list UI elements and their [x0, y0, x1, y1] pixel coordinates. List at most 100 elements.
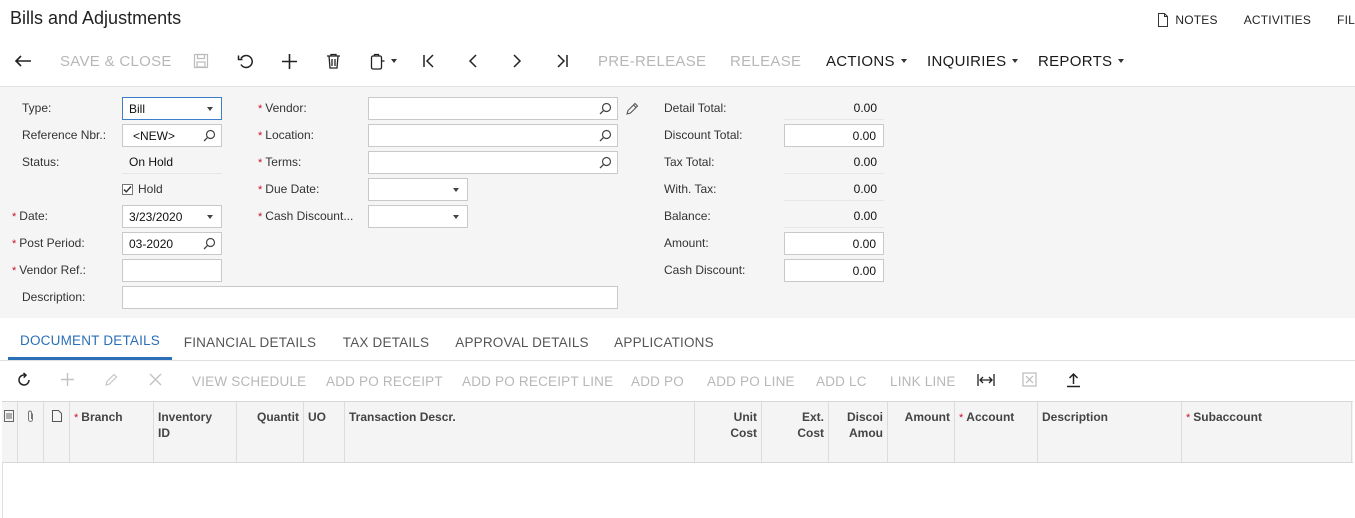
- trash-icon: [326, 53, 341, 69]
- tax-total-value: 0.00: [784, 151, 884, 174]
- chevron-down-icon: [900, 59, 907, 63]
- vendor-field[interactable]: [368, 97, 618, 120]
- undo-button[interactable]: [237, 44, 254, 78]
- grid-header: * Branch Inventory ID Quantit UO Transacti…: [2, 401, 1353, 463]
- location-label: * Location:: [258, 128, 314, 142]
- row-menu-icon: [4, 410, 14, 425]
- reference-nbr-field[interactable]: <NEW>: [122, 124, 222, 147]
- column-uom[interactable]: UO: [304, 402, 345, 462]
- amount-field[interactable]: 0.00: [784, 232, 884, 255]
- main-toolbar: SAVE & CLOSE PRE-RELEASE RELEASE ACTIONS…: [0, 44, 1355, 78]
- view-schedule-button[interactable]: VIEW SCHEDULE: [192, 364, 306, 398]
- pre-release-button[interactable]: PRE-RELEASE: [598, 44, 706, 78]
- tab-applications[interactable]: APPLICATIONS: [606, 324, 722, 360]
- pencil-icon: [625, 102, 639, 116]
- paperclip-icon: [26, 410, 35, 426]
- last-icon: [555, 54, 569, 68]
- edit-row-button[interactable]: [104, 364, 118, 398]
- clipboard-icon: [370, 53, 385, 70]
- type-select[interactable]: Bill: [122, 97, 222, 120]
- add-row-button[interactable]: [60, 364, 75, 398]
- add-lc-button[interactable]: ADD LC: [816, 364, 867, 398]
- column-account[interactable]: * Account: [955, 402, 1038, 462]
- notes-link[interactable]: NOTES: [1157, 13, 1218, 27]
- back-button[interactable]: [14, 44, 32, 78]
- files-link[interactable]: FIL: [1337, 13, 1355, 27]
- tab-bar: DOCUMENT DETAILS FINANCIAL DETAILS TAX D…: [0, 324, 1355, 361]
- reference-nbr-label: Reference Nbr.:: [22, 128, 107, 142]
- search-icon: [599, 102, 612, 118]
- description-field[interactable]: [122, 286, 618, 309]
- clipboard-menu-button[interactable]: [370, 44, 397, 78]
- link-line-button[interactable]: LINK LINE: [890, 364, 956, 398]
- actions-label: ACTIONS: [826, 52, 895, 70]
- vendor-ref-label: * Vendor Ref.:: [12, 263, 86, 277]
- tab-approval-details[interactable]: APPROVAL DETAILS: [450, 324, 594, 360]
- chevron-down-icon: [1118, 59, 1125, 63]
- chevron-down-icon: [453, 215, 459, 219]
- save-button[interactable]: [193, 44, 209, 78]
- activities-link[interactable]: ACTIVITIES: [1244, 13, 1311, 27]
- post-period-field[interactable]: 03-2020: [122, 232, 222, 255]
- column-quantity[interactable]: Quantit: [237, 402, 304, 462]
- pencil-icon: [104, 373, 118, 390]
- discount-total-field[interactable]: 0.00: [784, 124, 884, 147]
- arrow-left-icon: [14, 54, 32, 68]
- post-period-value: 03-2020: [129, 236, 174, 251]
- balance-value: 0.00: [784, 205, 884, 228]
- chevron-right-icon: [512, 54, 522, 68]
- add-po-receipt-button[interactable]: ADD PO RECEIPT: [326, 364, 443, 398]
- delete-row-button[interactable]: [149, 364, 162, 398]
- row-selector-column[interactable]: [2, 402, 18, 462]
- due-date-field[interactable]: [368, 178, 468, 201]
- upload-button[interactable]: [1066, 364, 1081, 398]
- date-field[interactable]: 3/23/2020: [122, 205, 222, 228]
- fit-columns-button[interactable]: [977, 364, 995, 398]
- status-label: Status:: [22, 155, 60, 169]
- tab-tax-details[interactable]: TAX DETAILS: [334, 324, 438, 360]
- description-label: Description:: [22, 290, 86, 304]
- add-po-receipt-line-button[interactable]: ADD PO RECEIPT LINE: [462, 364, 613, 398]
- column-subaccount[interactable]: * Subaccount: [1182, 402, 1352, 462]
- column-inventory-id[interactable]: Inventory ID: [154, 402, 237, 462]
- next-record-button[interactable]: [512, 44, 522, 78]
- chevron-down-icon: [207, 215, 213, 219]
- column-discount-amount[interactable]: Discoi Amou: [829, 402, 888, 462]
- cash-discount-field[interactable]: 0.00: [784, 259, 884, 282]
- tab-financial-details[interactable]: FINANCIAL DETAILS: [178, 324, 322, 360]
- add-button[interactable]: [281, 44, 298, 78]
- inquiries-menu[interactable]: INQUIRIES: [927, 44, 1019, 78]
- search-icon: [599, 129, 612, 145]
- previous-record-button[interactable]: [468, 44, 478, 78]
- detail-total-value: 0.00: [784, 97, 884, 120]
- attachment-column[interactable]: [18, 402, 44, 462]
- location-field[interactable]: [368, 124, 618, 147]
- add-po-line-button[interactable]: ADD PO LINE: [707, 364, 795, 398]
- first-record-button[interactable]: [422, 44, 436, 78]
- actions-menu[interactable]: ACTIONS: [826, 44, 907, 78]
- hold-checkbox[interactable]: Hold: [122, 182, 163, 196]
- notes-column[interactable]: [44, 402, 70, 462]
- add-po-button[interactable]: ADD PO: [631, 364, 684, 398]
- tax-total-label: Tax Total:: [664, 155, 715, 169]
- reports-menu[interactable]: REPORTS: [1038, 44, 1125, 78]
- last-record-button[interactable]: [555, 44, 569, 78]
- edit-vendor-button[interactable]: [625, 99, 639, 119]
- column-ext-cost[interactable]: Ext. Cost: [762, 402, 829, 462]
- cash-discount-date-field[interactable]: [368, 205, 468, 228]
- column-description[interactable]: Description: [1038, 402, 1182, 462]
- export-excel-button[interactable]: [1022, 364, 1037, 398]
- save-close-button[interactable]: SAVE & CLOSE: [60, 44, 172, 78]
- terms-field[interactable]: [368, 151, 618, 174]
- column-branch[interactable]: * Branch: [70, 402, 154, 462]
- search-icon: [203, 129, 216, 145]
- tab-document-details[interactable]: DOCUMENT DETAILS: [8, 324, 172, 360]
- delete-button[interactable]: [326, 44, 341, 78]
- column-transaction-descr[interactable]: Transaction Descr.: [345, 402, 695, 462]
- release-button[interactable]: RELEASE: [730, 44, 801, 78]
- page-title: Bills and Adjustments: [10, 8, 182, 28]
- column-amount[interactable]: Amount: [888, 402, 955, 462]
- column-unit-cost[interactable]: Unit Cost: [695, 402, 762, 462]
- refresh-button[interactable]: [16, 364, 32, 398]
- vendor-ref-field[interactable]: [122, 259, 222, 282]
